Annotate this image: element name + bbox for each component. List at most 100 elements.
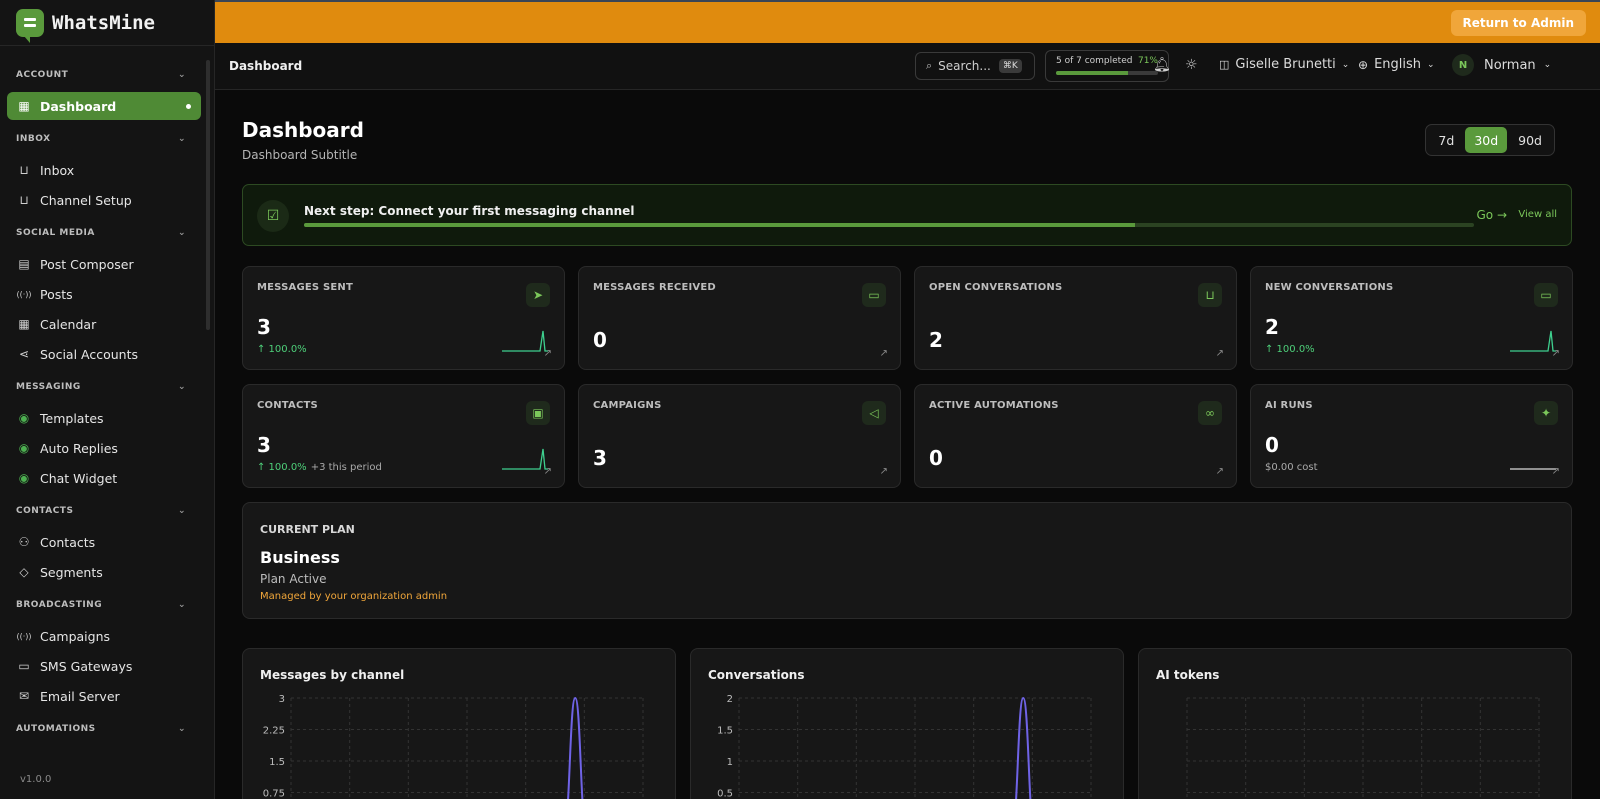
stat-label: MESSAGES SENT: [257, 282, 354, 293]
section-title: BROADCASTING: [16, 600, 103, 610]
sidebar-item-inbox[interactable]: ⊔ Inbox: [7, 156, 201, 184]
stat-card-messages-received[interactable]: MESSAGES RECEIVED ▭ 0 ↗: [578, 266, 901, 370]
stat-label: CAMPAIGNS: [593, 400, 662, 411]
chevron-down-icon: ⌄: [177, 134, 186, 144]
current-plan-card: CURRENT PLAN Business Plan Active Manage…: [242, 502, 1572, 619]
sidebar-item-label: Contacts: [40, 534, 96, 550]
search-input[interactable]: ⌕ Search... ⌘K: [915, 52, 1035, 80]
stat-card-messages-sent[interactable]: MESSAGES SENT ➤ 3 ↑ 100.0% ↗: [242, 266, 565, 370]
sidebar-item-sms-gateways[interactable]: ▭ SMS Gateways: [7, 652, 201, 680]
series-line: [1015, 696, 1032, 799]
stat-card-ai-runs[interactable]: AI RUNS ✦ 0 $0.00 cost ↗: [1250, 384, 1573, 488]
sidebar-item-label: Channel Setup: [40, 192, 132, 208]
y-tick-label: 1.5: [269, 757, 285, 768]
sidebar-section-automations[interactable]: AUTOMATIONS ⌄: [0, 714, 208, 744]
chevron-down-icon: ⌄: [1427, 59, 1435, 70]
stat-card-active-automations[interactable]: ACTIVE AUTOMATIONS ∞ 0 ↗: [914, 384, 1237, 488]
sidebar-item-auto-replies[interactable]: ◉ Auto Replies: [7, 434, 201, 462]
range-7d-button[interactable]: 7d: [1429, 127, 1463, 153]
sidebar-item-dashboard[interactable]: ▦ Dashboard: [7, 92, 201, 120]
y-tick-label: 1.5: [717, 726, 733, 737]
chart-card-conversations: Conversations 2 1.5 1 0.5: [690, 648, 1124, 799]
arrow-up-right-icon: ↗: [543, 348, 552, 359]
sidebar-item-posts[interactable]: ((·)) Posts: [7, 280, 201, 308]
sidebar-item-templates[interactable]: ◉ Templates: [7, 404, 201, 432]
next-step-banner: ☑ Next step: Connect your first messagin…: [242, 184, 1572, 246]
checkbox-icon: ☑: [257, 200, 289, 232]
chart-title: AI tokens: [1156, 668, 1220, 682]
sidebar-item-contacts[interactable]: ⚇ Contacts: [7, 528, 201, 556]
sidebar-item-label: Email Server: [40, 688, 120, 704]
sidebar-section-contacts[interactable]: CONTACTS ⌄: [0, 496, 208, 526]
sidebar-section-broadcasting[interactable]: BROADCASTING ⌄: [0, 590, 208, 620]
sidebar-item-channel-setup[interactable]: ⊔ Channel Setup: [7, 186, 201, 214]
sun-icon[interactable]: ☼: [1185, 57, 1198, 73]
stat-card-contacts[interactable]: CONTACTS ▣ 3 ↑ 100.0% +3 this period ↗: [242, 384, 565, 488]
next-step-progress: [304, 223, 1474, 227]
sidebar-item-label: Calendar: [40, 316, 97, 332]
section-title: INBOX: [16, 134, 51, 144]
sidebar-item-segments[interactable]: ◇ Segments: [7, 558, 201, 586]
stat-card-open-conversations[interactable]: OPEN CONVERSATIONS ⊔ 2 ↗: [914, 266, 1237, 370]
chevron-down-icon: ⌄: [1341, 59, 1350, 70]
view-all-link[interactable]: View all: [1518, 209, 1557, 220]
sidebar-item-email-server[interactable]: ✉ Email Server: [7, 682, 201, 710]
sidebar-scrollbar[interactable]: [206, 60, 210, 330]
stat-value: 2: [1265, 315, 1279, 339]
section-title: AUTOMATIONS: [16, 724, 96, 734]
sparkline: [1510, 468, 1556, 470]
stat-value: 0: [929, 446, 943, 470]
sidebar-item-social-accounts[interactable]: ⋖ Social Accounts: [7, 340, 201, 368]
return-to-admin-button[interactable]: Return to Admin: [1450, 10, 1586, 36]
page-subtitle: Dashboard Subtitle: [242, 148, 358, 162]
main-content: Dashboard Dashboard Subtitle 7d 30d 90d ☑ …: [215, 90, 1600, 799]
stat-value: 3: [257, 433, 271, 457]
sidebar-item-campaigns[interactable]: ((·)) Campaigns: [7, 622, 201, 650]
arrow-up-right-icon: ↗: [1551, 348, 1560, 359]
y-tick-label: 2: [727, 694, 733, 705]
go-link[interactable]: Go →: [1476, 208, 1507, 222]
stat-change: ↑ 100.0% +3 this period: [257, 462, 382, 473]
stat-value: 3: [593, 446, 607, 470]
sidebar-item-label: Templates: [40, 410, 104, 426]
sidebar-nav: ACCOUNT ⌄ ▦ Dashboard INBOX ⌄ ⊔ Inbox ⊔ Channel S…: [0, 56, 208, 756]
progress-text: 5 of 7 completed: [1056, 56, 1133, 66]
range-90d-button[interactable]: 90d: [1509, 127, 1551, 153]
sidebar-section-inbox[interactable]: INBOX ⌄: [0, 124, 208, 154]
chevron-down-icon: ⌄: [177, 724, 186, 734]
tag-icon: ◇: [19, 565, 29, 579]
grid-icon: ▦: [18, 99, 30, 113]
sidebar-item-chat-widget[interactable]: ◉ Chat Widget: [7, 464, 201, 492]
chat-icon: ▭: [862, 283, 886, 307]
brand[interactable]: WhatsMine: [0, 0, 214, 46]
chart-title: Messages by channel: [260, 668, 405, 682]
section-title: CONTACTS: [16, 506, 74, 516]
workspace-selector[interactable]: ◫ Giselle Brunetti ⌄: [1219, 57, 1349, 72]
chevron-down-icon: ⌄: [177, 228, 186, 238]
sidebar-item-label: Segments: [40, 564, 103, 580]
user-menu[interactable]: N Norman ⌄: [1452, 54, 1551, 76]
chart-messages-by-channel: 3 2.25 1.5 0.75: [263, 694, 644, 799]
stat-sub: $0.00 cost: [1265, 462, 1318, 473]
sidebar-section-account[interactable]: ACCOUNT ⌄: [0, 60, 208, 90]
language-selector[interactable]: ⊕ English ⌄: [1358, 57, 1435, 72]
stat-card-new-conversations[interactable]: NEW CONVERSATIONS ▭ 2 ↑ 100.0% ↗: [1250, 266, 1573, 370]
range-30d-button[interactable]: 30d: [1465, 127, 1508, 153]
stat-label: ACTIVE AUTOMATIONS: [929, 400, 1059, 411]
sidebar-item-post-composer[interactable]: ▤ Post Composer: [7, 250, 201, 278]
stat-change: ↑ 100.0%: [257, 344, 307, 355]
sidebar-item-label: Auto Replies: [40, 440, 118, 456]
chevron-down-icon: ⌄: [177, 70, 186, 80]
chart-card-messages-by-channel: Messages by channel 3 2.25 1.5 0.75: [242, 648, 676, 799]
arrow-up-right-icon: ↗: [879, 466, 888, 477]
bell-icon[interactable]: 🔔︎: [1153, 57, 1171, 73]
onboarding-progress[interactable]: 5 of 7 completed 71%: [1045, 50, 1169, 82]
stat-card-campaigns[interactable]: CAMPAIGNS ◁ 3 ↗: [578, 384, 901, 488]
sidebar-section-messaging[interactable]: MESSAGING ⌄: [0, 372, 208, 402]
mail-icon: ✉: [18, 689, 30, 703]
sparkline-path: [502, 448, 548, 470]
sidebar-item-calendar[interactable]: ▦ Calendar: [7, 310, 201, 338]
send-icon: ➤: [526, 283, 550, 307]
y-tick-label: 1: [727, 757, 733, 768]
sidebar-section-social-media[interactable]: SOCIAL MEDIA ⌄: [0, 218, 208, 248]
